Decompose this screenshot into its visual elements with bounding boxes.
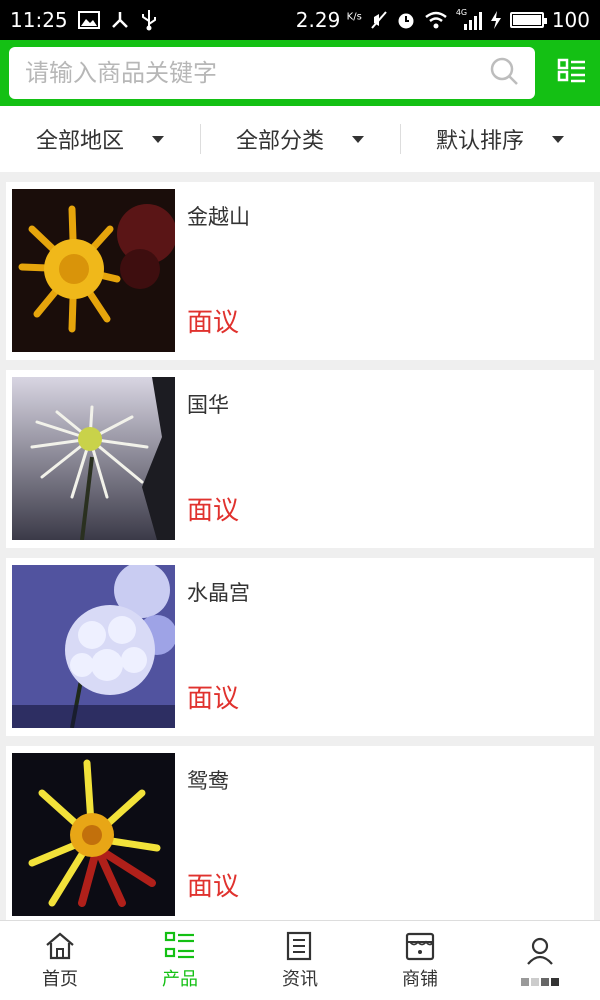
wifi-icon (424, 11, 448, 29)
filter-label: 默认排序 (435, 129, 524, 154)
net-speed: 2.29 K/s (295, 8, 362, 32)
filter-category[interactable]: 全部分类 (200, 106, 400, 172)
product-price: 面议 (187, 308, 240, 338)
nav-label: 首页 (42, 968, 78, 990)
battery-percent: 100 (551, 8, 590, 32)
signal-icon: 4G (456, 8, 482, 30)
product-image-chrysanthemum-gold[interactable] (12, 189, 175, 352)
news-icon (286, 931, 312, 960)
pixelated-label (521, 977, 559, 986)
nav-label: 商铺 (402, 968, 438, 990)
search-icon[interactable] (489, 56, 519, 90)
mute-icon (370, 10, 388, 30)
nav-news[interactable]: 资讯 (240, 921, 360, 1000)
bottom-nav: 首页 产品 资讯 商铺 (0, 920, 600, 1000)
filter-region[interactable]: 全部地区 (0, 106, 200, 172)
category-menu-button[interactable] (552, 53, 592, 93)
image-icon (77, 11, 100, 29)
product-price: 面议 (187, 496, 240, 526)
alarm-icon (396, 10, 416, 30)
category-menu-icon (557, 58, 585, 83)
product-price: 面议 (187, 872, 240, 902)
product-item[interactable]: 国华 面议 (6, 370, 594, 548)
filter-label: 全部地区 (35, 129, 124, 154)
product-name[interactable]: 金越山 (187, 201, 588, 231)
product-item[interactable]: 鸳鸯 面议 (6, 746, 594, 924)
nav-products[interactable]: 产品 (120, 921, 240, 1000)
clock: 11:25 (10, 8, 68, 32)
product-info: 鸳鸯 面议 (175, 753, 588, 917)
product-list: 金越山 面议 国华 面议 水晶宫 面议 鸳鸯 面议 (0, 172, 600, 924)
product-image-chrysanthemum-white[interactable] (12, 377, 175, 540)
search-header (0, 40, 600, 106)
share-icon (110, 10, 130, 30)
filter-label: 全部分类 (235, 129, 324, 154)
product-price: 面议 (187, 684, 240, 714)
product-info: 水晶宫 面议 (175, 565, 588, 729)
product-info: 国华 面议 (175, 377, 588, 541)
product-image-chrysanthemum-yellow-red[interactable] (12, 753, 175, 916)
shop-icon (405, 932, 435, 960)
usb-icon (140, 9, 158, 31)
list-icon (164, 931, 194, 958)
nav-user[interactable] (480, 921, 600, 1000)
filter-bar: 全部地区 全部分类 默认排序 (0, 106, 600, 172)
caret-down-icon (352, 135, 364, 143)
product-info: 金越山 面议 (175, 189, 588, 353)
nav-shop[interactable]: 商铺 (360, 921, 480, 1000)
nav-label: 产品 (162, 968, 198, 990)
caret-down-icon (552, 135, 564, 143)
status-bar: 11:25 2.29 K/s 4G 100 (0, 0, 600, 40)
search-input[interactable] (25, 59, 489, 87)
product-name[interactable]: 国华 (187, 389, 588, 419)
nav-label: 资讯 (282, 968, 318, 990)
product-item[interactable]: 水晶宫 面议 (6, 558, 594, 736)
filter-sort[interactable]: 默认排序 (400, 106, 600, 172)
home-icon (46, 932, 74, 959)
battery-icon (509, 12, 547, 28)
search-box[interactable] (9, 47, 535, 99)
user-icon (527, 937, 553, 965)
product-name[interactable]: 鸳鸯 (187, 765, 588, 795)
product-name[interactable]: 水晶宫 (187, 577, 588, 607)
charging-icon (490, 10, 502, 30)
product-item[interactable]: 金越山 面议 (6, 182, 594, 360)
nav-home[interactable]: 首页 (0, 921, 120, 1000)
product-image-chrysanthemum-lavender[interactable] (12, 565, 175, 728)
caret-down-icon (152, 135, 164, 143)
